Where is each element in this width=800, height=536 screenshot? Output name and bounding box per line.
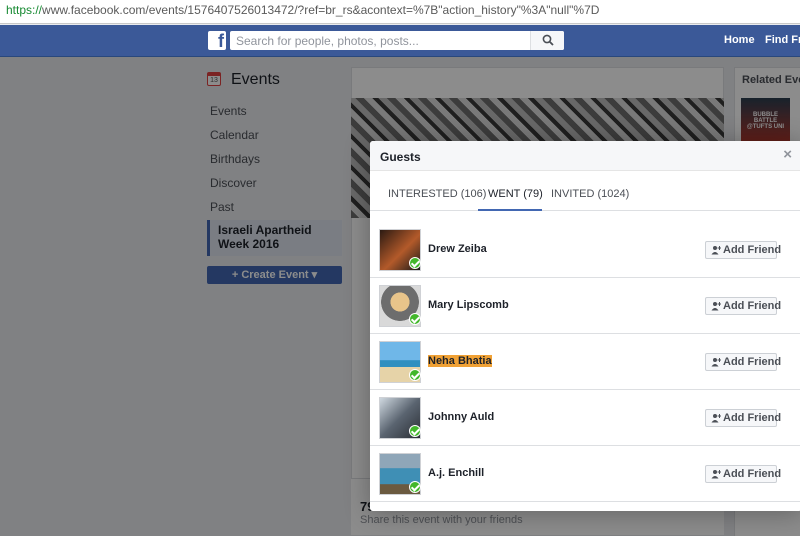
guest-name[interactable]: Johnny Auld — [428, 411, 494, 423]
add-friend-icon — [711, 414, 721, 423]
search-button[interactable] — [530, 31, 564, 50]
search-icon — [542, 34, 554, 46]
nav-home[interactable]: Home — [724, 34, 755, 46]
list-item: Neha Bhatia Add Friend — [370, 334, 800, 390]
guest-name[interactable]: Drew Zeiba — [428, 243, 487, 255]
dialog-title: Guests — [380, 150, 421, 164]
url-text: www.facebook.com/events/1576407526013472… — [42, 3, 600, 17]
add-friend-icon — [711, 358, 721, 367]
add-friend-icon — [711, 302, 721, 311]
search-box — [230, 31, 564, 50]
guests-dialog: Guests × INTERESTED (106) WENT (79) INVI… — [370, 141, 800, 511]
list-item: A.j. Enchill Add Friend — [370, 446, 800, 502]
address-bar[interactable]: https://www.facebook.com/events/15764075… — [0, 0, 800, 24]
going-check-icon — [409, 257, 421, 269]
dialog-header: Guests × — [370, 141, 800, 171]
close-icon[interactable]: × — [783, 147, 792, 162]
facebook-logo-icon[interactable]: f — [208, 31, 226, 51]
add-friend-icon — [711, 470, 721, 479]
going-check-icon — [409, 425, 421, 437]
list-item: Mary Lipscomb Add Friend — [370, 278, 800, 334]
active-tab-indicator — [478, 209, 542, 211]
add-friend-button[interactable]: Add Friend — [705, 241, 781, 259]
tab-invited[interactable]: INVITED (1024) — [551, 188, 629, 200]
tab-interested[interactable]: INTERESTED (106) — [388, 188, 486, 200]
url-scheme: https:// — [6, 3, 43, 17]
list-item: Drew Zeiba Add Friend — [370, 222, 800, 278]
guest-tabs: INTERESTED (106) WENT (79) INVITED (1024… — [370, 171, 800, 211]
add-friend-button[interactable]: Add Friend — [705, 353, 781, 371]
add-friend-button[interactable]: Add Friend — [705, 465, 781, 483]
top-navigation-bar: f Home Find Frien — [0, 25, 800, 57]
add-friend-button[interactable]: Add Friend — [705, 297, 781, 315]
add-friend-button[interactable]: Add Friend — [705, 409, 781, 427]
tab-went[interactable]: WENT (79) — [488, 188, 543, 200]
list-item: Johnny Auld Add Friend — [370, 390, 800, 446]
going-check-icon — [409, 313, 421, 325]
going-check-icon — [409, 369, 421, 381]
going-check-icon — [409, 481, 421, 493]
guest-name[interactable]: Mary Lipscomb — [428, 299, 509, 311]
add-friend-icon — [711, 246, 721, 255]
guest-name[interactable]: A.j. Enchill — [428, 467, 484, 479]
guest-name-highlighted[interactable]: Neha Bhatia — [428, 355, 492, 367]
search-input[interactable] — [230, 31, 530, 50]
nav-find-friends[interactable]: Find Frien — [765, 34, 800, 46]
